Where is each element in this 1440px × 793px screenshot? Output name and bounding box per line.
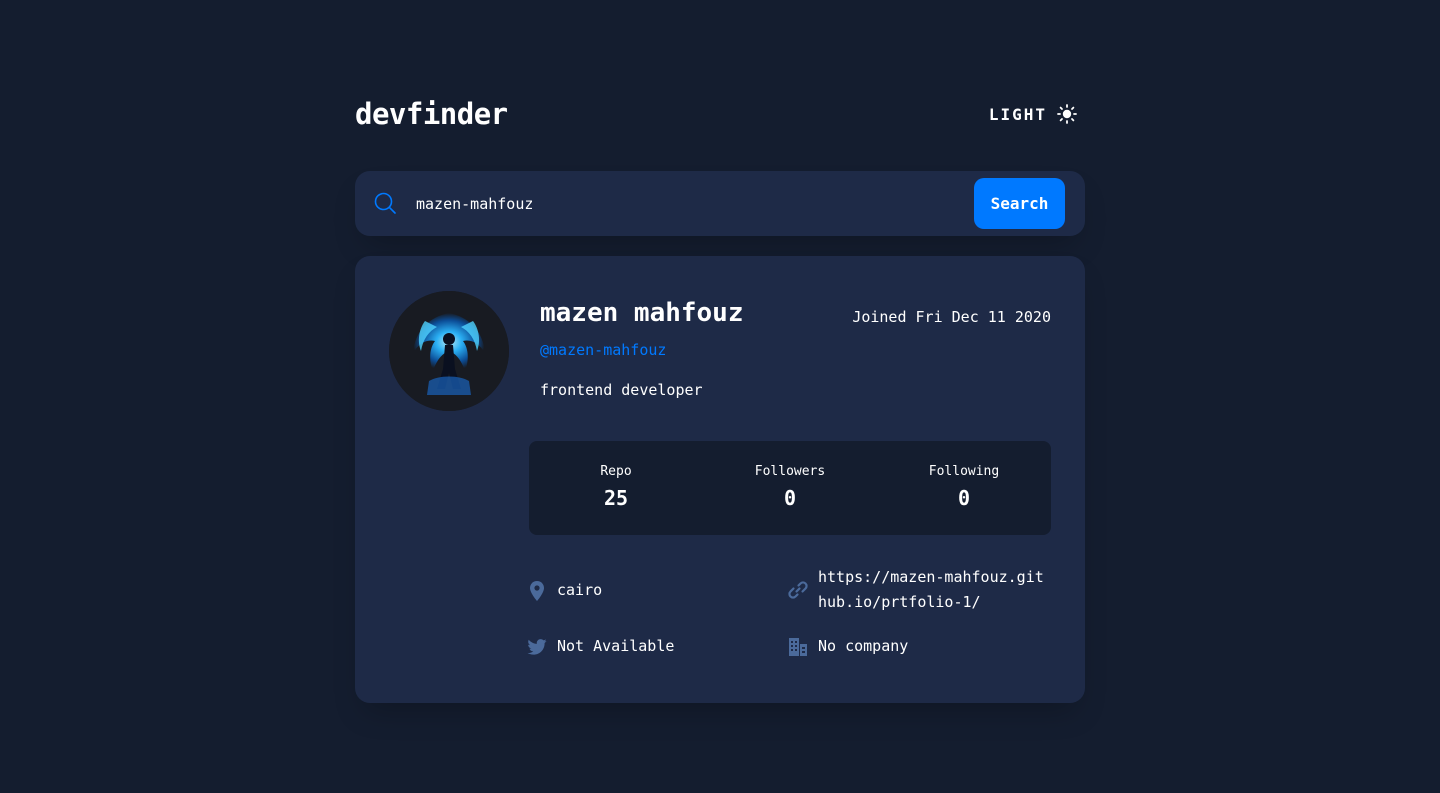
header: devfinder LIGHT (355, 96, 1085, 132)
search-icon (374, 192, 396, 218)
blog-link[interactable]: https://mazen-mahfouz.github.io/prtfolio… (818, 565, 1050, 615)
stat-label: Following (928, 464, 1000, 479)
stats-panel: Repo 25 Followers 0 Following 0 (529, 441, 1051, 535)
info-blog: https://mazen-mahfouz.github.io/prtfolio… (788, 565, 1050, 615)
profile-login-link[interactable]: @mazen-mahfouz (540, 340, 666, 360)
info-twitter: Not Available (527, 634, 674, 659)
search-bar: Search (355, 171, 1085, 236)
stat-value: 25 (603, 486, 629, 510)
building-icon (788, 634, 808, 659)
profile-name: mazen mahfouz (540, 298, 744, 328)
twitter-icon (527, 634, 547, 659)
stat-following: Following 0 (877, 463, 1051, 510)
stat-followers: Followers 0 (703, 463, 877, 510)
stat-repos: Repo 25 (529, 463, 703, 510)
company-text: No company (818, 637, 909, 655)
joined-date: Joined Fri Dec 11 2020 (852, 308, 1051, 326)
info-company: No company (788, 634, 908, 659)
location-text: cairo (557, 581, 603, 599)
profile-bio: frontend developer (540, 381, 703, 399)
theme-toggle-label: LIGHT (988, 104, 1047, 124)
profile-card: mazen mahfouz Joined Fri Dec 11 2020 @ma… (355, 256, 1085, 703)
theme-toggle-button[interactable]: LIGHT (989, 100, 1077, 128)
app-logo: devfinder (355, 97, 508, 131)
avatar-image (389, 291, 509, 411)
sun-icon (1057, 104, 1077, 124)
stat-value: 0 (783, 486, 797, 510)
stat-label: Followers (754, 464, 826, 479)
info-location: cairo (527, 578, 602, 603)
stat-value: 0 (957, 486, 971, 510)
stat-label: Repo (600, 464, 632, 479)
location-pin-icon (527, 578, 547, 603)
avatar (389, 291, 509, 411)
twitter-text: Not Available (557, 637, 675, 655)
search-input[interactable] (416, 187, 956, 220)
link-icon (788, 565, 808, 615)
search-button[interactable]: Search (974, 178, 1065, 229)
